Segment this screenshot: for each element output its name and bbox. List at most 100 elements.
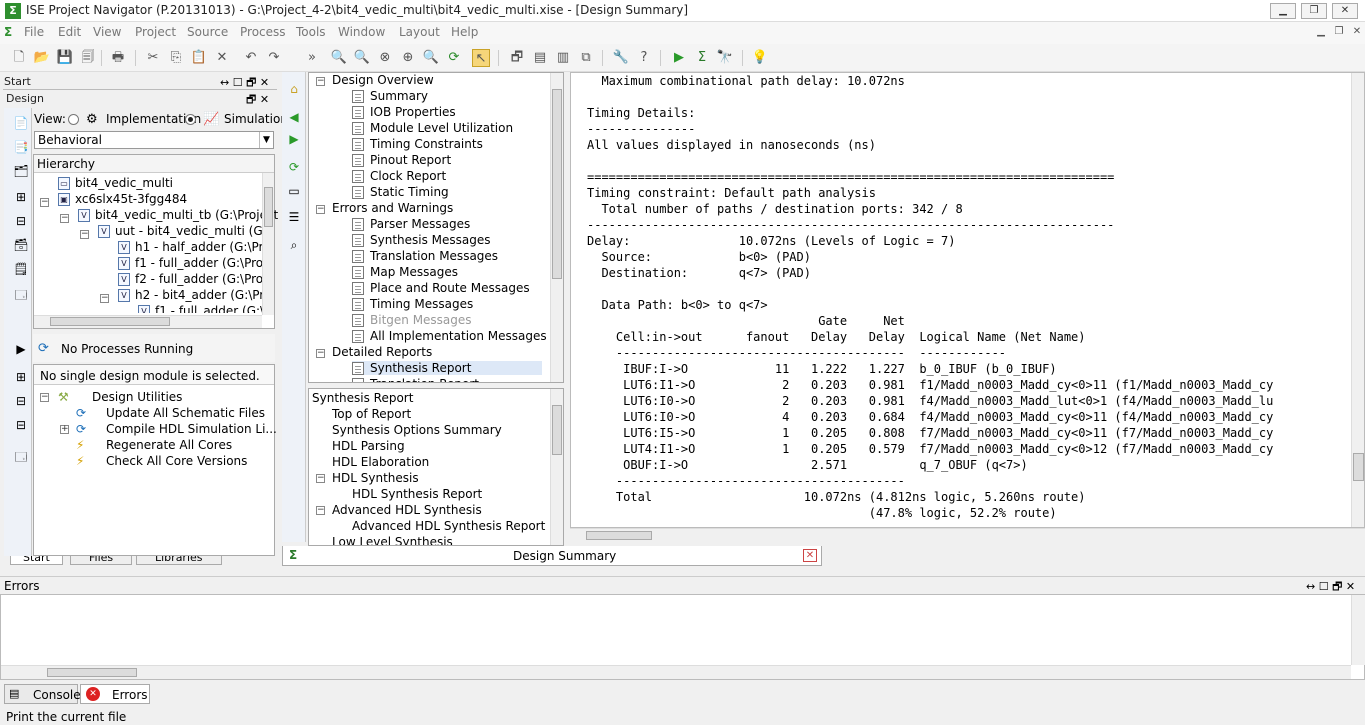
zoom-in-icon[interactable]: 🔍 xyxy=(330,49,348,67)
zoom-fit-icon[interactable]: ⊕ xyxy=(399,49,417,67)
collapse-all-icon[interactable]: ⊟ xyxy=(12,212,30,230)
overview-item[interactable]: Translation Messages xyxy=(352,249,498,263)
run-process-icon[interactable]: ▶ xyxy=(12,340,30,358)
process-window-icon[interactable]: 🗔 xyxy=(12,448,30,466)
expand-toggle[interactable]: − xyxy=(316,205,325,214)
implementation-radio[interactable] xyxy=(68,114,79,125)
tab-start[interactable]: Start xyxy=(10,556,63,565)
zoom-out-icon[interactable]: 🔍 xyxy=(353,49,371,67)
simulation-radio[interactable] xyxy=(185,114,196,125)
close-window-button[interactable]: ✕ xyxy=(1332,3,1358,19)
process-hierarchy-icon[interactable]: ⊞ xyxy=(12,368,30,386)
add-copy-source-icon[interactable]: 🗂 xyxy=(12,162,30,180)
overview-item[interactable]: Static Timing xyxy=(352,185,449,199)
tab-libraries[interactable]: Libraries xyxy=(136,556,222,565)
overview-item[interactable]: Pinout Report xyxy=(352,153,451,167)
overview-section-1[interactable]: Errors and Warnings xyxy=(332,201,453,215)
copy-icon[interactable]: ⎘ xyxy=(167,49,185,67)
overview-item[interactable]: Map Messages xyxy=(352,265,458,279)
nav-hdl-parsing[interactable]: HDL Parsing xyxy=(332,439,405,453)
design-utilities-group[interactable]: ⚒ Design Utilities xyxy=(58,389,182,405)
overview-item[interactable]: Parser Messages xyxy=(352,217,470,231)
print-icon[interactable]: 🖶 xyxy=(109,49,127,67)
chevron-down-icon[interactable]: ▼ xyxy=(259,132,273,148)
expand-toggle[interactable]: − xyxy=(40,393,49,402)
overview-item[interactable]: Module Level Utilization xyxy=(352,121,513,135)
process-regenerate-cores[interactable]: ⚡ Regenerate All Cores xyxy=(76,437,232,453)
expand-all-icon[interactable]: ⊞ xyxy=(12,188,30,206)
overview-vscroll[interactable] xyxy=(550,73,563,382)
overview-item[interactable]: Translation Report xyxy=(352,377,479,382)
nav-top-of-report[interactable]: Top of Report xyxy=(332,407,411,421)
menu-tools[interactable]: Tools xyxy=(296,25,326,39)
overview-item[interactable]: Synthesis Report xyxy=(352,361,542,375)
design-panel-controls[interactable]: 🗗 ✕ xyxy=(246,91,269,110)
process-update-schematics[interactable]: ⟳ Update All Schematic Files xyxy=(76,405,265,421)
process-compile-sim-lib[interactable]: ⟳ Compile HDL Simulation Li... xyxy=(76,421,277,437)
report-vscroll[interactable] xyxy=(1351,73,1364,527)
expand-toggle[interactable]: − xyxy=(316,77,325,86)
summary-refresh-icon[interactable]: ⟳ xyxy=(285,158,303,176)
float-window-icon[interactable]: ⧉ xyxy=(577,49,595,67)
wrench-icon[interactable]: 🔧 xyxy=(612,49,630,67)
overview-item[interactable]: IOB Properties xyxy=(352,105,456,119)
menu-view[interactable]: View xyxy=(93,25,121,39)
overview-item[interactable]: Bitgen Messages xyxy=(352,313,472,327)
delete-icon[interactable]: ✕ xyxy=(213,49,231,67)
process-check-core-versions[interactable]: ⚡ Check All Core Versions xyxy=(76,453,247,469)
new-source-icon[interactable]: 📄 xyxy=(12,114,30,132)
tab-console[interactable]: ▤ Console xyxy=(4,684,81,704)
expand-toggle[interactable]: − xyxy=(316,349,325,358)
nav-synthesis-options[interactable]: Synthesis Options Summary xyxy=(332,423,502,437)
expand-toggle[interactable]: − xyxy=(316,506,325,515)
report-hscroll[interactable] xyxy=(570,528,1365,542)
add-source-icon[interactable]: 📑 xyxy=(12,138,30,156)
summary-print-icon[interactable]: ▭ xyxy=(285,182,303,200)
sigma-icon[interactable]: Σ xyxy=(693,49,711,67)
expand-toggle[interactable]: − xyxy=(316,474,325,483)
forward-icon[interactable]: ▶ xyxy=(285,130,303,148)
back-icon[interactable]: ◀ xyxy=(285,108,303,126)
select-tool-icon[interactable]: ↖ xyxy=(472,49,490,67)
tile-vertical-icon[interactable]: ▥ xyxy=(554,49,572,67)
cascade-icon[interactable]: 🗗 xyxy=(508,49,526,67)
home-icon[interactable]: ⌂ xyxy=(285,80,303,98)
overview-item[interactable]: Clock Report xyxy=(352,169,446,183)
menu-source[interactable]: Source xyxy=(187,25,228,39)
menu-edit[interactable]: Edit xyxy=(58,25,81,39)
menu-help[interactable]: Help xyxy=(451,25,478,39)
overview-item[interactable]: Summary xyxy=(352,89,428,103)
tree-node-h2[interactable]: Vh2 - bit4_adder (G:\Pro xyxy=(118,287,271,303)
new-file-icon[interactable]: 🗋 xyxy=(10,49,28,67)
save-all-icon[interactable]: 🗐 xyxy=(79,49,97,67)
tab-errors[interactable]: ✕ Errors xyxy=(80,684,150,704)
overview-item[interactable]: Place and Route Messages xyxy=(352,281,530,295)
menu-process[interactable]: Process xyxy=(240,25,286,39)
process-collapse-icon[interactable]: ⊟ xyxy=(12,416,30,434)
refresh-icon[interactable]: ⟳ xyxy=(445,49,463,67)
overview-item[interactable]: All Implementation Messages xyxy=(352,329,547,343)
expand-toggle[interactable]: − xyxy=(60,214,69,223)
overview-item[interactable]: Timing Messages xyxy=(352,297,473,311)
overview-section-2[interactable]: Detailed Reports xyxy=(332,345,432,359)
help-pointer-icon[interactable]: ? xyxy=(635,49,653,67)
mdi-close-icon[interactable]: ✕ xyxy=(1349,25,1365,39)
hierarchy-hscroll[interactable] xyxy=(34,315,262,328)
tab-files[interactable]: Files xyxy=(70,556,133,565)
summary-options-icon[interactable]: ☰ xyxy=(285,208,303,226)
overview-item[interactable]: Timing Constraints xyxy=(352,137,483,151)
expand-toggle[interactable]: + xyxy=(60,425,69,434)
tab-design-summary[interactable]: Σ Design Summary ✕ xyxy=(282,546,822,566)
nav-advanced-hdl-synthesis-report[interactable]: Advanced HDL Synthesis Report xyxy=(352,519,545,533)
source-properties-icon[interactable]: 🗒 xyxy=(12,260,30,278)
run-icon[interactable]: ▶ xyxy=(670,49,688,67)
redo-icon[interactable]: ↷ xyxy=(265,49,283,67)
tree-node-uut[interactable]: Vuut - bit4_vedic_multi (G:\ xyxy=(98,223,271,239)
expand-toggle[interactable]: − xyxy=(80,230,89,239)
undo-icon[interactable]: ↶ xyxy=(242,49,260,67)
hierarchy-vscroll[interactable] xyxy=(262,173,274,315)
menu-project[interactable]: Project xyxy=(135,25,176,39)
zoom-select-icon[interactable]: 🔍 xyxy=(422,49,440,67)
cut-icon[interactable]: ✂ xyxy=(144,49,162,67)
hierarchy-icon[interactable]: 🗃 xyxy=(12,236,30,254)
